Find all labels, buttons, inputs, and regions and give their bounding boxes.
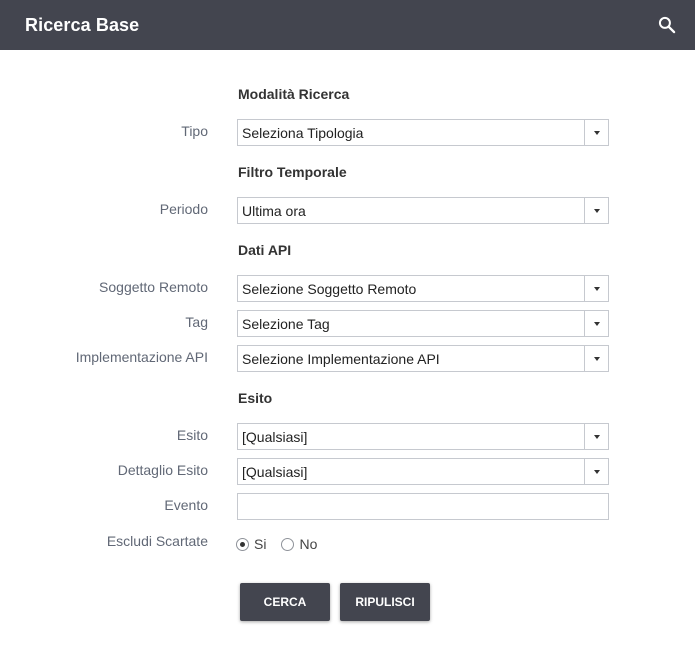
tipo-select[interactable]: Seleziona Tipologia bbox=[237, 119, 609, 146]
esito-select[interactable]: [Qualsiasi] bbox=[237, 423, 609, 450]
tag-select[interactable]: Selezione Tag bbox=[237, 310, 609, 337]
soggetto-remoto-select-value: Selezione Soggetto Remoto bbox=[242, 280, 417, 297]
dettaglio-esito-select-value: [Qualsiasi] bbox=[242, 463, 308, 480]
radio-checked-icon[interactable] bbox=[236, 537, 249, 551]
caret-down-icon bbox=[593, 286, 600, 291]
soggetto-remoto-select[interactable]: Selezione Soggetto Remoto bbox=[237, 275, 609, 302]
cerca-button[interactable]: CERCA bbox=[240, 583, 330, 621]
periodo-label: Periodo bbox=[159, 201, 208, 217]
tag-select-value: Selezione Tag bbox=[242, 315, 330, 332]
tipo-dropdown-toggle[interactable] bbox=[584, 120, 608, 145]
soggetto-remoto-label: Soggetto Remoto bbox=[99, 279, 208, 295]
page-header: Ricerca Base bbox=[0, 0, 695, 50]
caret-down-icon bbox=[593, 434, 600, 439]
periodo-select[interactable]: Ultima ora bbox=[237, 197, 609, 224]
radio-unchecked-icon[interactable] bbox=[281, 537, 295, 551]
radio-option-no[interactable]: No bbox=[281, 536, 317, 552]
ripulisci-button[interactable]: RIPULISCI bbox=[340, 583, 430, 621]
tag-dropdown-toggle[interactable] bbox=[584, 311, 608, 336]
section-title-esito: Esito bbox=[238, 390, 273, 406]
radio-option-no-label: No bbox=[299, 536, 318, 552]
dettaglio-esito-dropdown-toggle[interactable] bbox=[584, 459, 608, 484]
section-title-modalita-ricerca: Modalità Ricerca bbox=[238, 86, 350, 102]
periodo-dropdown-toggle[interactable] bbox=[584, 198, 608, 223]
evento-label: Evento bbox=[164, 497, 208, 513]
escludi-scartate-radio-group: Si No bbox=[236, 535, 317, 553]
caret-down-icon bbox=[593, 356, 600, 361]
page-title: Ricerca Base bbox=[25, 14, 140, 35]
tipo-select-value: Seleziona Tipologia bbox=[242, 124, 364, 141]
implementazione-api-label: Implementazione API bbox=[75, 349, 208, 365]
radio-option-si[interactable]: Si bbox=[236, 536, 266, 552]
dettaglio-esito-select[interactable]: [Qualsiasi] bbox=[237, 458, 609, 485]
tipo-label: Tipo bbox=[181, 123, 208, 139]
tag-label: Tag bbox=[185, 314, 208, 330]
search-icon[interactable] bbox=[657, 15, 677, 35]
section-title-dati-api: Dati API bbox=[238, 242, 292, 258]
section-title-filtro-temporale: Filtro Temporale bbox=[238, 164, 347, 180]
caret-down-icon bbox=[593, 130, 600, 135]
dettaglio-esito-label: Dettaglio Esito bbox=[117, 462, 208, 478]
periodo-select-value: Ultima ora bbox=[242, 202, 306, 219]
soggetto-remoto-dropdown-toggle[interactable] bbox=[584, 276, 608, 301]
esito-select-value: [Qualsiasi] bbox=[242, 428, 308, 445]
esito-dropdown-toggle[interactable] bbox=[584, 424, 608, 449]
implementazione-api-dropdown-toggle[interactable] bbox=[584, 346, 608, 371]
radio-option-si-label: Si bbox=[254, 536, 267, 552]
caret-down-icon bbox=[593, 469, 600, 474]
evento-input[interactable] bbox=[237, 493, 609, 520]
implementazione-api-select[interactable]: Selezione Implementazione API bbox=[237, 345, 609, 372]
escludi-scartate-label: Escludi Scartate bbox=[106, 533, 208, 549]
caret-down-icon bbox=[593, 321, 600, 326]
caret-down-icon bbox=[593, 208, 600, 213]
esito-label: Esito bbox=[176, 427, 208, 443]
implementazione-api-select-value: Selezione Implementazione API bbox=[242, 350, 440, 367]
